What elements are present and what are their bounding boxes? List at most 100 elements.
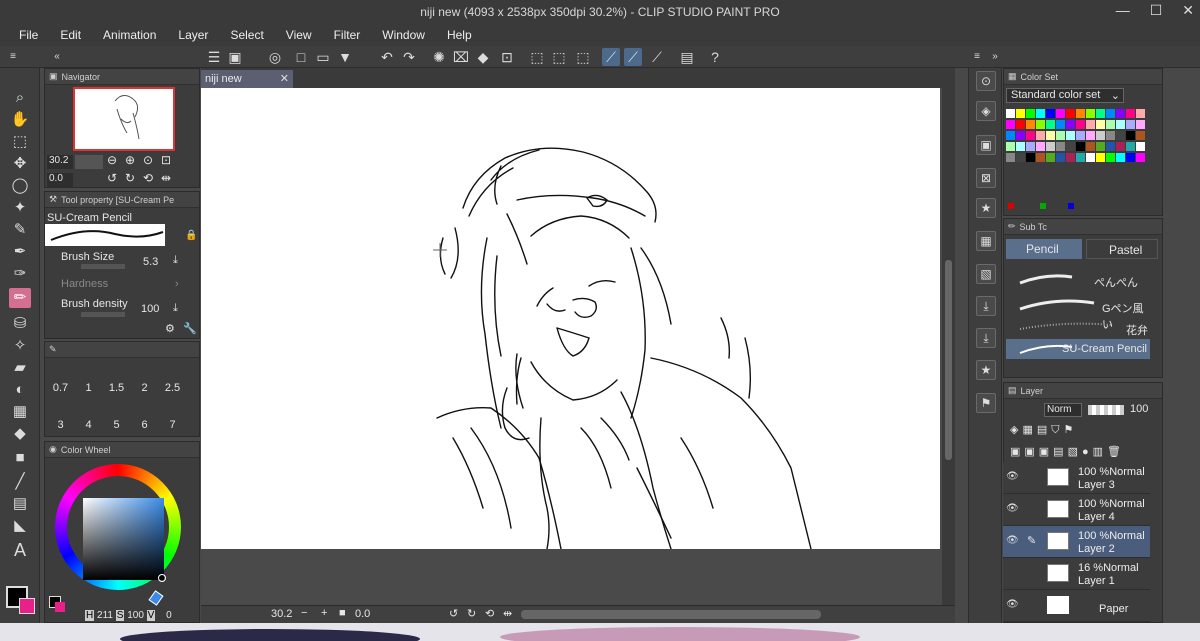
open-folder-icon[interactable]: ▭ <box>314 48 332 66</box>
color-swatch[interactable] <box>1136 142 1145 151</box>
image-material-icon[interactable]: ▦ <box>976 231 996 251</box>
color-swatch[interactable] <box>1036 131 1045 140</box>
density-value[interactable]: 100 <box>141 303 159 315</box>
color-swatch[interactable] <box>1036 142 1045 151</box>
brush-size-preset[interactable]: 5 <box>103 419 130 431</box>
favorite-icon[interactable]: ★ <box>976 198 996 218</box>
color-swatch[interactable] <box>1016 142 1025 151</box>
hand-tool-icon[interactable]: ✋ <box>9 110 31 130</box>
menu-view[interactable]: View <box>275 28 323 42</box>
hardness-expand-icon[interactable]: › <box>175 278 179 290</box>
color-swatch[interactable] <box>1066 142 1075 151</box>
brush-size-value[interactable]: 5.3 <box>143 256 158 268</box>
menu-window[interactable]: Window <box>371 28 436 42</box>
zoom-out-icon[interactable]: ⊖ <box>107 153 117 167</box>
nav-zoom-field[interactable]: 30.2 <box>47 155 73 169</box>
horizontal-scrollbar[interactable] <box>521 610 821 619</box>
snap-special-ruler-icon[interactable]: ⟋ <box>624 48 642 66</box>
color-swatch-grid[interactable] <box>1006 109 1152 165</box>
swatch-red[interactable] <box>1008 203 1014 209</box>
zoom-plus-icon[interactable]: + <box>321 607 327 619</box>
blend-tool-icon[interactable]: ◐ <box>9 380 31 400</box>
color-set-dropdown[interactable]: Standard color set ⌄ <box>1006 88 1124 103</box>
color-swatch[interactable] <box>1056 153 1065 162</box>
magic-wand-tool-icon[interactable]: ✦ <box>9 198 31 218</box>
close-button[interactable]: ✕ <box>1182 2 1194 19</box>
layer-row[interactable]: 👁 100 %Normal Layer 4 <box>1003 494 1150 526</box>
layer-row[interactable]: 👁 100 %Normal Layer 3 <box>1003 462 1150 494</box>
color-swatch[interactable] <box>1126 109 1135 118</box>
layer-row[interactable]: 👁 Paper <box>1003 590 1150 622</box>
star-icon[interactable]: ★ <box>976 360 996 380</box>
color-swatch[interactable] <box>1016 109 1025 118</box>
swirl-icon[interactable]: ◎ <box>266 48 284 66</box>
blend-mode-dropdown[interactable]: Norm <box>1044 403 1082 417</box>
rotate-ccw-icon[interactable]: ↺ <box>449 607 458 620</box>
sub-tool-item[interactable]: 花弁 <box>1006 317 1152 337</box>
color-swatch[interactable] <box>1096 109 1105 118</box>
color-swatch[interactable] <box>1026 109 1035 118</box>
nav-angle-field[interactable]: 0.0 <box>47 173 73 187</box>
invert-selection-icon[interactable]: ⬚ <box>550 48 568 66</box>
menu-help[interactable]: Help <box>436 28 483 42</box>
eye-icon[interactable]: 👁 <box>1006 599 1020 611</box>
save-icon[interactable]: ▼ <box>336 48 354 66</box>
wrench-settings-icon[interactable]: 🔧 <box>183 322 197 335</box>
pose-icon[interactable]: ⚑ <box>976 393 996 413</box>
minimize-button[interactable]: — <box>1116 2 1130 19</box>
reset-rotation-icon[interactable]: ⟲ <box>485 607 494 620</box>
redo-icon[interactable]: ↷ <box>400 48 418 66</box>
opacity-slider[interactable] <box>1088 405 1124 415</box>
color-swatch[interactable] <box>1086 153 1095 162</box>
menu-layer[interactable]: Layer <box>167 28 219 42</box>
layer-search-icon[interactable]: ▧ <box>976 264 996 284</box>
color-swatch[interactable] <box>1016 153 1025 162</box>
color-swatch[interactable] <box>1026 142 1035 151</box>
deselect-icon[interactable]: ⬚ <box>528 48 546 66</box>
color-swatch[interactable] <box>1126 131 1135 140</box>
eyedropper-tool-icon[interactable]: ✎ <box>9 220 31 240</box>
color-swatch[interactable] <box>1086 131 1095 140</box>
vertical-scrollbar[interactable] <box>942 88 955 605</box>
expand-right-icon[interactable]: » <box>986 48 1004 66</box>
layer-row-selected[interactable]: 👁 ✎ 100 %Normal Layer 2 <box>1003 526 1150 558</box>
color-swatch[interactable] <box>1116 142 1125 151</box>
zoom-in-icon[interactable]: ⊕ <box>125 153 135 167</box>
flip-icon[interactable]: ⇹ <box>503 607 512 620</box>
color-swatch[interactable] <box>1046 120 1055 129</box>
color-swatch[interactable] <box>1116 120 1125 129</box>
brush-size-preset[interactable]: 1.5 <box>103 382 130 394</box>
color-swatch[interactable] <box>1036 120 1045 129</box>
color-swatch[interactable] <box>1056 142 1065 151</box>
color-swatch[interactable] <box>1066 120 1075 129</box>
color-swatch[interactable] <box>1066 153 1075 162</box>
color-swatch[interactable] <box>1066 131 1075 140</box>
brush-size-preset[interactable]: 1 <box>75 382 102 394</box>
zoom-minus-icon[interactable]: − <box>301 607 307 619</box>
color-swatch[interactable] <box>1046 142 1055 151</box>
help-icon[interactable]: ? <box>706 48 724 66</box>
color-swatch[interactable] <box>1106 120 1115 129</box>
menu-select[interactable]: Select <box>219 28 274 42</box>
menu-icon[interactable]: ☰ <box>205 48 223 66</box>
layer-row[interactable]: 16 %Normal Layer 1 <box>1003 558 1150 590</box>
brush-size-slider[interactable] <box>81 264 125 269</box>
color-swatch[interactable] <box>1076 131 1085 140</box>
close-tab-icon[interactable]: ✕ <box>280 70 289 88</box>
color-swatch[interactable] <box>1106 109 1115 118</box>
figure-tool-icon[interactable]: ■ <box>9 448 31 468</box>
zoom-stop-icon[interactable]: ■ <box>339 607 346 619</box>
brush-size-preset[interactable]: 3 <box>47 419 74 431</box>
rotate-left-icon[interactable]: ↺ <box>107 171 117 185</box>
menu-animation[interactable]: Animation <box>92 28 167 42</box>
fill-icon[interactable]: ◆ <box>474 48 492 66</box>
settings-icon[interactable]: ⚙ <box>165 322 175 335</box>
search-icon[interactable]: ⊙ <box>976 71 996 91</box>
color-swatch[interactable] <box>1056 109 1065 118</box>
color-swatch[interactable] <box>1096 142 1105 151</box>
collapse-left-icon[interactable]: « <box>48 48 66 66</box>
color-swatch[interactable] <box>1086 120 1095 129</box>
eye-icon[interactable]: 👁 <box>1006 471 1020 483</box>
color-swatch[interactable] <box>1136 120 1145 129</box>
density-dropdown-icon[interactable]: ⤓ <box>173 302 178 315</box>
